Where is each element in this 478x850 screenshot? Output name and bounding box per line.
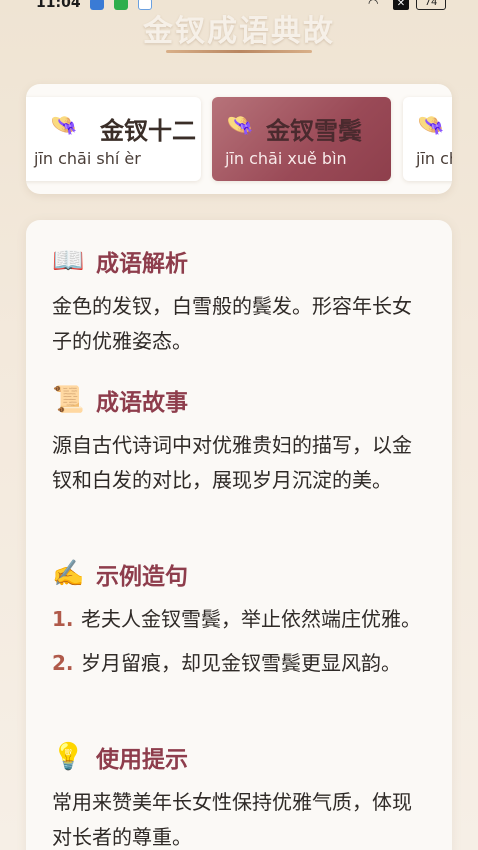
usage-title: 使用提示: [96, 747, 188, 773]
meaning-section-header: 📖 成语解析: [52, 244, 188, 278]
list-item: 1. 老夫人金钗雪鬓，举止依然端庄优雅。: [52, 602, 428, 637]
scroll-icon: 📜: [52, 385, 85, 415]
idiom-card-pinyin: jīn chāi xuě bìn: [225, 149, 347, 168]
sun-hat-icon: 👒: [417, 113, 445, 138]
page-title: 金钗成语典故: [143, 14, 335, 49]
meaning-title: 成语解析: [96, 251, 188, 277]
idiom-card-next[interactable]: 👒 jīn ch: [403, 97, 452, 181]
idiom-card-pinyin: jīn ch: [416, 149, 452, 168]
open-book-icon: 📖: [52, 246, 85, 276]
story-title: 成语故事: [96, 390, 188, 416]
example-text: 老夫人金钗雪鬓，举止依然端庄优雅。: [81, 607, 421, 631]
meaning-text: 金色的发钗，白雪般的鬓发。形容年长女子的优雅姿态。: [52, 294, 412, 353]
idiom-card-pinyin: jīn chāi shí èr: [34, 149, 141, 168]
idiom-detail-panel: 📖 成语解析 金色的发钗，白雪般的鬓发。形容年长女子的优雅姿态。 📜 成语故事 …: [26, 220, 452, 850]
sun-hat-icon: 👒: [226, 113, 254, 138]
examples-list: 1. 老夫人金钗雪鬓，举止依然端庄优雅。 2. 岁月留痕，却见金钗雪鬓更显风韵。: [52, 602, 428, 690]
lightbulb-icon: 💡: [52, 742, 85, 772]
usage-text: 常用来赞美年长女性保持优雅气质，体现对长者的尊重。: [52, 790, 412, 849]
usage-section-header: 💡 使用提示: [52, 740, 188, 774]
story-text: 源自古代诗词中对优雅贵妇的描写，以金钗和白发的对比，展现岁月沉淀的美。: [52, 433, 412, 492]
title-underline: [166, 50, 312, 53]
example-number: 1.: [52, 607, 74, 631]
examples-title: 示例造句: [96, 564, 188, 590]
example-text: 岁月留痕，却见金钗雪鬓更显风韵。: [81, 651, 401, 675]
example-number: 2.: [52, 651, 74, 675]
idiom-card-name: 金钗雪鬓: [266, 117, 362, 145]
writing-hand-icon: ✍️: [52, 559, 85, 589]
story-section-header: 📜 成语故事: [52, 383, 188, 417]
idiom-card-name: 金钗十二: [100, 117, 196, 145]
examples-section-header: ✍️ 示例造句: [52, 557, 188, 591]
list-item: 2. 岁月留痕，却见金钗雪鬓更显风韵。: [52, 646, 428, 681]
sun-hat-icon: 👒: [50, 113, 78, 138]
idiom-card-jinchai-xuebin[interactable]: 👒 金钗雪鬓 jīn chāi xuě bìn: [212, 97, 391, 181]
idiom-carousel[interactable]: 👒 金钗十二 jīn chāi shí èr 👒 金钗雪鬓 jīn chāi x…: [26, 84, 452, 194]
idiom-card-jinchai-shier[interactable]: 👒 金钗十二 jīn chāi shí èr: [26, 97, 201, 181]
